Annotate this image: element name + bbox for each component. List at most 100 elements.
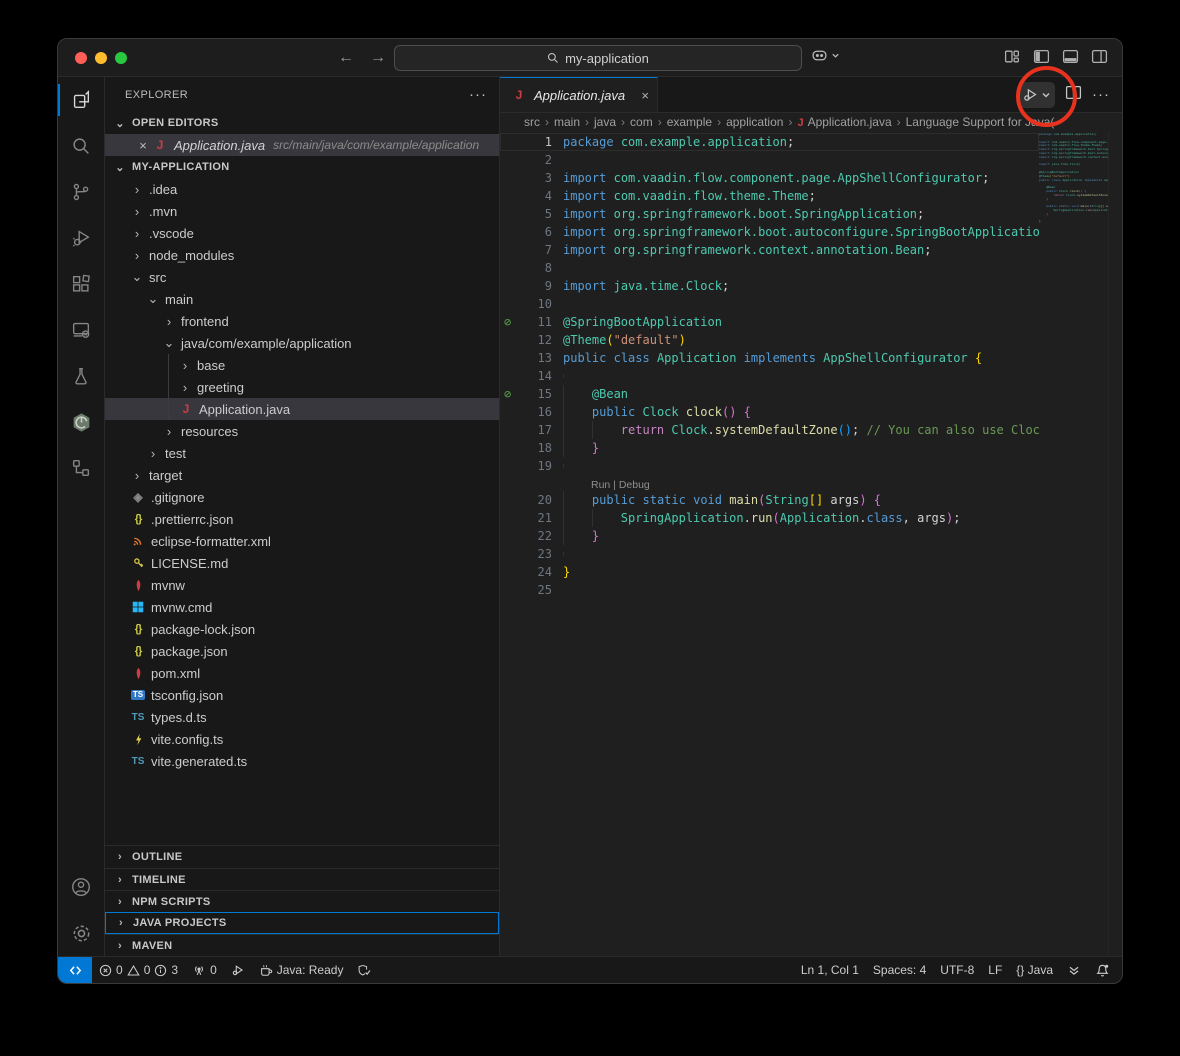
- toggle-secondary-sidebar-icon[interactable]: [1091, 48, 1108, 65]
- code-line-23[interactable]: 23: [500, 545, 1039, 563]
- tree-item-mvnw-cmd[interactable]: mvnw.cmd: [105, 596, 499, 618]
- tree-item-test[interactable]: ›test: [105, 442, 499, 464]
- toggle-panel-icon[interactable]: [1062, 48, 1079, 65]
- tree-item-resources[interactable]: ›resources: [105, 420, 499, 442]
- java-status[interactable]: Java: Ready: [252, 957, 351, 983]
- breadcrumb-item[interactable]: JApplication.java: [797, 115, 891, 129]
- navigate-back-icon[interactable]: ←: [338, 49, 354, 67]
- code-line-24[interactable]: 24}: [500, 563, 1039, 581]
- code-line-10[interactable]: 10: [500, 295, 1039, 313]
- tree-item-main[interactable]: ⌄main: [105, 288, 499, 310]
- spring-bean-gutter-icon[interactable]: ⊘: [504, 387, 511, 401]
- tree-item-package-json[interactable]: {}package.json: [105, 640, 499, 662]
- code-line-5[interactable]: 5import org.springframework.boot.SpringA…: [500, 205, 1039, 223]
- debug-launch-indicator[interactable]: [224, 957, 252, 983]
- language-mode[interactable]: {} Java: [1009, 957, 1060, 983]
- tree-item--gitignore[interactable]: ◈.gitignore: [105, 486, 499, 508]
- ports-indicator[interactable]: 0: [185, 957, 224, 983]
- split-editor-icon[interactable]: [1065, 84, 1082, 106]
- code-editor[interactable]: 1package com.example.application;23impor…: [500, 131, 1122, 956]
- tree-item--idea[interactable]: ›.idea: [105, 178, 499, 200]
- editor-scrollbar[interactable]: [1108, 131, 1122, 956]
- command-center-search[interactable]: my-application: [394, 45, 802, 71]
- tree-item-java-com-example-application[interactable]: ⌄java/com/example/application: [105, 332, 499, 354]
- code-line-17[interactable]: 17 return Clock.systemDefaultZone(); // …: [500, 421, 1039, 439]
- code-line-13[interactable]: 13public class Application implements Ap…: [500, 349, 1039, 367]
- code-line-2[interactable]: 2: [500, 151, 1039, 169]
- tab-application-java[interactable]: J Application.java ×: [500, 77, 658, 112]
- code-line-22[interactable]: 22 }: [500, 527, 1039, 545]
- tree-item-types-d-ts[interactable]: TStypes.d.ts: [105, 706, 499, 728]
- copilot-menu[interactable]: [811, 47, 840, 64]
- tree-item--mvn[interactable]: ›.mvn: [105, 200, 499, 222]
- source-control-icon[interactable]: [58, 169, 104, 215]
- breadcrumb-item[interactable]: Language Support for Java(: [906, 115, 1055, 129]
- tree-item--prettierrc-json[interactable]: {}.prettierrc.json: [105, 508, 499, 530]
- tree-item-node-modules[interactable]: ›node_modules: [105, 244, 499, 266]
- toggle-primary-sidebar-icon[interactable]: [1033, 48, 1050, 65]
- code-line-1[interactable]: 1package com.example.application;: [500, 133, 1039, 151]
- code-line-8[interactable]: 8: [500, 259, 1039, 277]
- tree-item-vite-config-ts[interactable]: vite.config.ts: [105, 728, 499, 750]
- spring-bean-gutter-icon[interactable]: ⊘: [504, 315, 511, 329]
- tree-item-tsconfig-json[interactable]: TStsconfig.json: [105, 684, 499, 706]
- code-line-7[interactable]: 7import org.springframework.context.anno…: [500, 241, 1039, 259]
- breadcrumb-item[interactable]: com: [630, 115, 653, 129]
- run-dropdown-chevron-icon[interactable]: [1041, 90, 1051, 100]
- cursor-position[interactable]: Ln 1, Col 1: [794, 957, 866, 983]
- explorer-icon[interactable]: [58, 77, 104, 123]
- breadcrumb-item[interactable]: example: [667, 115, 712, 129]
- tree-item-greeting[interactable]: ›greeting: [105, 376, 499, 398]
- code-line-20[interactable]: 20 public static void main(String[] args…: [500, 491, 1039, 509]
- open-editors-header[interactable]: ⌄ OPEN EDITORS: [105, 112, 499, 134]
- code-line-25[interactable]: 25: [500, 581, 1039, 599]
- breadcrumb-item[interactable]: java: [594, 115, 616, 129]
- code-line-4[interactable]: 4import com.vaadin.flow.theme.Theme;: [500, 187, 1039, 205]
- tree-item-application-java[interactable]: JApplication.java: [105, 398, 499, 420]
- code-line-18[interactable]: 18 }: [500, 439, 1039, 457]
- search-icon[interactable]: [58, 123, 104, 169]
- extensions-icon[interactable]: [58, 261, 104, 307]
- customize-layout-icon[interactable]: [1004, 48, 1021, 65]
- run-or-debug-button[interactable]: [1018, 82, 1055, 108]
- tree-item-vite-generated-ts[interactable]: TSvite.generated.ts: [105, 750, 499, 772]
- minimap[interactable]: package com.example.application; import …: [1039, 133, 1109, 228]
- remote-explorer-icon[interactable]: [58, 307, 104, 353]
- project-root-header[interactable]: ⌄ MY-APPLICATION: [105, 156, 499, 178]
- code-line-15[interactable]: ⊘15 @Bean: [500, 385, 1039, 403]
- code-line-12[interactable]: 12@Theme("default"): [500, 331, 1039, 349]
- sidebar-section-npm-scripts[interactable]: ›NPM SCRIPTS: [105, 890, 499, 912]
- codelens-run-debug[interactable]: Run | Debug: [500, 475, 1039, 491]
- code-line-16[interactable]: 16 public Clock clock() {: [500, 403, 1039, 421]
- close-tab-icon[interactable]: ×: [641, 88, 649, 103]
- zoom-window-button[interactable]: [115, 52, 127, 64]
- code-line-19[interactable]: 19: [500, 457, 1039, 475]
- remote-indicator[interactable]: [58, 957, 92, 983]
- tree-item-pom-xml[interactable]: pom.xml: [105, 662, 499, 684]
- workspace-trust-indicator[interactable]: [350, 957, 379, 983]
- run-debug-icon[interactable]: [58, 215, 104, 261]
- navigate-forward-icon[interactable]: →: [370, 49, 386, 67]
- breadcrumb-item[interactable]: src: [524, 115, 540, 129]
- code-line-3[interactable]: 3import com.vaadin.flow.component.page.A…: [500, 169, 1039, 187]
- sidebar-section-outline[interactable]: ›OUTLINE: [105, 846, 499, 868]
- tree-item--vscode[interactable]: ›.vscode: [105, 222, 499, 244]
- breadcrumb-item[interactable]: application: [726, 115, 783, 129]
- tree-item-license-md[interactable]: LICENSE.md: [105, 552, 499, 574]
- tree-item-frontend[interactable]: ›frontend: [105, 310, 499, 332]
- breadcrumb-item[interactable]: main: [554, 115, 580, 129]
- dependency-explorer-icon[interactable]: [58, 445, 104, 491]
- close-editor-icon[interactable]: ×: [135, 138, 151, 153]
- close-window-button[interactable]: [75, 52, 87, 64]
- spring-boot-dashboard-icon[interactable]: [58, 399, 104, 445]
- tree-item-target[interactable]: ›target: [105, 464, 499, 486]
- notifications-indicator[interactable]: [1088, 957, 1122, 983]
- indentation-setting[interactable]: Spaces: 4: [866, 957, 933, 983]
- tree-item-base[interactable]: ›base: [105, 354, 499, 376]
- testing-icon[interactable]: [58, 353, 104, 399]
- editor-actions-more-icon[interactable]: ···: [1092, 86, 1110, 103]
- code-line-6[interactable]: 6import org.springframework.boot.autocon…: [500, 223, 1039, 241]
- explorer-actions-icon[interactable]: ···: [469, 86, 487, 103]
- accounts-icon[interactable]: [58, 864, 104, 910]
- tree-item-mvnw[interactable]: mvnw: [105, 574, 499, 596]
